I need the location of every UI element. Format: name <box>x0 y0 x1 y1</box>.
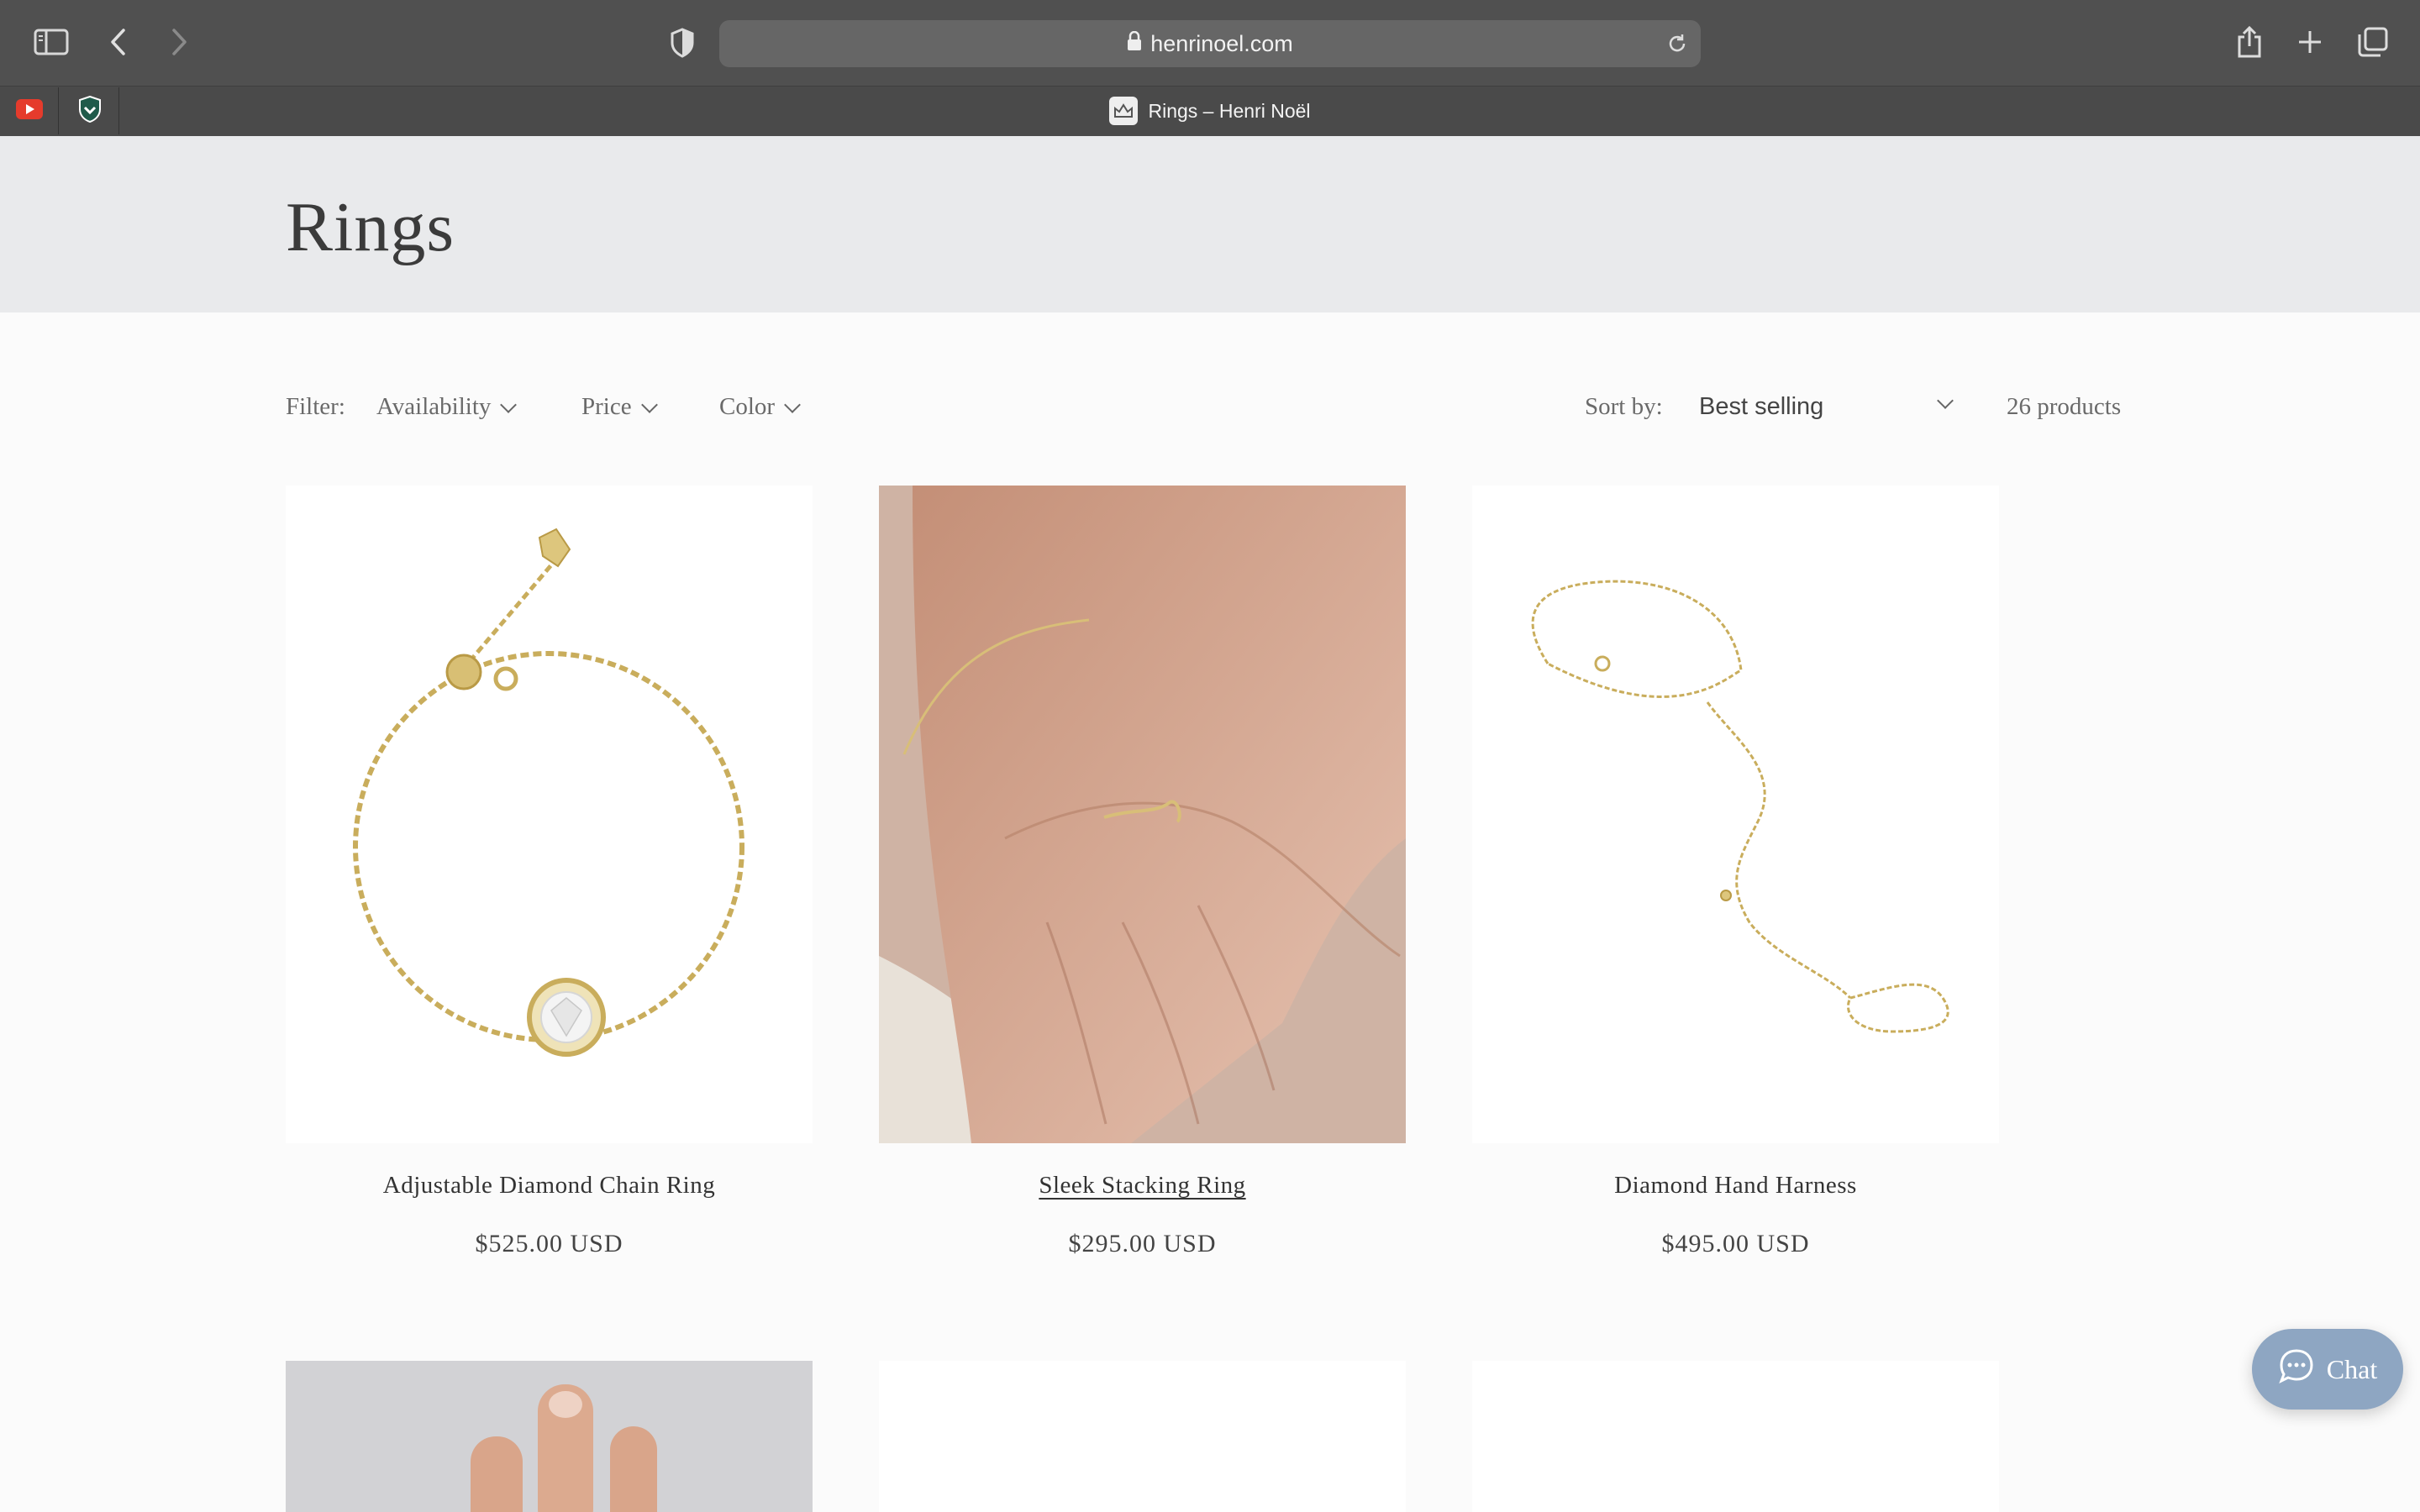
back-icon[interactable] <box>104 25 133 59</box>
product-image[interactable] <box>286 1361 813 1512</box>
product-price: $295.00 USD <box>1068 1230 1217 1257</box>
chevron-down-icon <box>784 396 801 413</box>
new-tab-icon[interactable] <box>2296 27 2324 57</box>
chevron-down-icon <box>500 396 518 413</box>
browser-toolbar: henrinoel.com <box>0 0 2420 86</box>
product-name[interactable]: Diamond Hand Harness <box>1472 1172 1999 1200</box>
sort-label: Sort by: <box>1585 393 1663 420</box>
product-image[interactable] <box>879 486 1406 1143</box>
forward-icon[interactable] <box>165 25 193 59</box>
active-tab[interactable]: Rings – Henri Noël <box>0 87 2420 134</box>
tab-title-text: Rings – Henri Noël <box>1148 99 1311 122</box>
product-image[interactable] <box>1472 486 1999 1143</box>
filter-price[interactable]: Price <box>581 393 658 421</box>
filter-label: Filter: <box>286 393 345 420</box>
product-image[interactable] <box>286 486 813 1143</box>
product-image[interactable] <box>879 1361 1406 1512</box>
filter-availability[interactable]: Availability <box>376 393 518 421</box>
product-price: $495.00 USD <box>1661 1230 1810 1257</box>
address-bar[interactable]: henrinoel.com <box>719 20 1701 67</box>
share-icon[interactable] <box>2233 24 2265 60</box>
product-image[interactable] <box>1472 1361 1999 1512</box>
product-card[interactable]: Diamond Hand Harness $495.00 USD <box>1472 486 1999 1258</box>
url-text: henrinoel.com <box>1150 30 1293 56</box>
product-count: 26 products <box>2007 393 2122 420</box>
chevron-down-icon <box>1937 392 1954 409</box>
collection-banner: Rings <box>0 136 2420 312</box>
product-card[interactable]: Adjustable Diamond Chain Ring $525.00 US… <box>286 486 813 1258</box>
tab-overview-icon[interactable] <box>2356 25 2390 59</box>
filter-bar: Filter: Availability Price Color Sort by… <box>286 386 2134 428</box>
lock-icon <box>1127 30 1142 57</box>
filter-color[interactable]: Color <box>719 393 801 421</box>
product-price: $525.00 USD <box>475 1230 623 1257</box>
product-name[interactable]: Sleek Stacking Ring <box>879 1172 1406 1200</box>
product-card[interactable] <box>286 1361 813 1512</box>
privacy-shield-icon[interactable] <box>666 25 699 60</box>
sort-value: Best selling <box>1699 392 1824 420</box>
chat-button[interactable]: Chat <box>2252 1329 2403 1410</box>
filter-price-label: Price <box>581 393 632 420</box>
chat-label: Chat <box>2326 1353 2378 1384</box>
product-card[interactable]: Sleek Stacking Ring $295.00 USD <box>879 486 1406 1258</box>
sort-select[interactable]: Best selling <box>1699 390 1954 423</box>
site-favicon-icon <box>1109 97 1139 125</box>
product-name[interactable]: Adjustable Diamond Chain Ring <box>286 1172 813 1200</box>
sidebar-toggle-icon[interactable] <box>32 25 71 59</box>
page-title: Rings <box>286 188 455 266</box>
chat-bubble-icon <box>2278 1347 2315 1391</box>
filter-availability-label: Availability <box>376 393 492 420</box>
chevron-down-icon <box>640 396 658 413</box>
product-card[interactable] <box>879 1361 1406 1512</box>
filter-color-label: Color <box>719 393 776 420</box>
reload-icon[interactable] <box>1665 32 1689 55</box>
product-card[interactable] <box>1472 1361 1999 1512</box>
